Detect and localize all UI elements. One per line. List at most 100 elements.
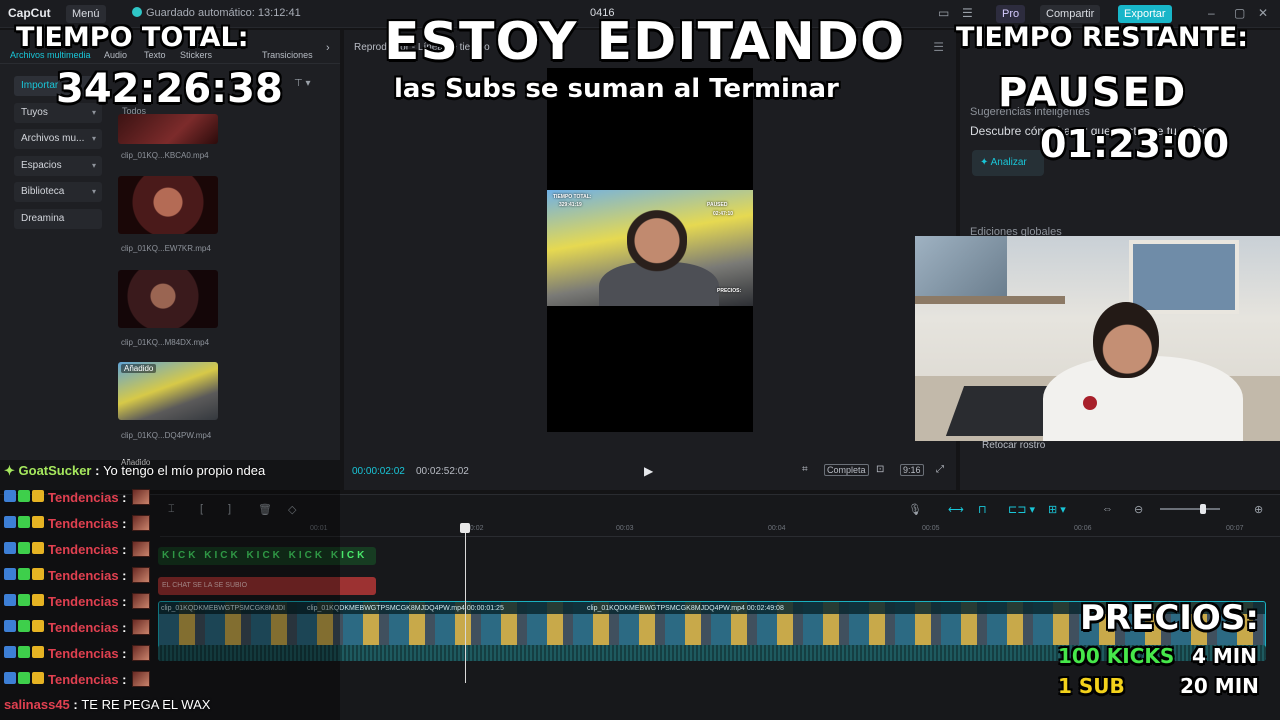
menu-icon[interactable]: ☰ <box>933 40 944 54</box>
preview-total-value: 329:41:19 <box>559 202 582 208</box>
emote-icon <box>132 567 151 583</box>
chat-separator: : <box>118 542 131 557</box>
focus-icon[interactable]: ⊡ <box>876 464 884 475</box>
total-time-value: 342:26:38 <box>56 66 283 112</box>
close-icon[interactable]: ✕ <box>1258 6 1268 20</box>
microphone-icon[interactable]: 🎙 <box>908 503 922 516</box>
badge-icons <box>4 490 48 504</box>
chat-username: GoatSucker <box>18 463 92 478</box>
emote-icon <box>132 489 151 505</box>
badge-icons <box>4 672 48 686</box>
layout-icon[interactable]: ▭ <box>938 6 949 20</box>
share-button[interactable]: Compartir <box>1040 5 1101 23</box>
chat-separator: : <box>91 463 104 478</box>
settings-icon[interactable]: ☰ <box>962 6 973 20</box>
badge-icons <box>4 516 48 530</box>
clip-label: clip_01KQDKMEBWGTPSMCGK8MJDQ4PW.mp4 00:0… <box>587 605 784 612</box>
chat-username: Tendencias <box>48 646 119 661</box>
stream-subtitle: las Subs se suman al Terminar <box>394 74 839 104</box>
first-chatter-icon: ✦ <box>4 463 19 478</box>
chat-message: salinass45 : TE RE PEGA EL WAX <box>4 697 210 719</box>
export-button[interactable]: Exportar <box>1118 5 1172 23</box>
nav-library[interactable]: Biblioteca ▾ <box>14 182 102 202</box>
chat-message: ✦ GoatSucker : Yo tengo el mío propio nd… <box>4 463 265 485</box>
crop-icon[interactable]: ⌗ <box>802 464 808 475</box>
total-time: 00:02:52:02 <box>416 466 469 477</box>
badge-icons <box>4 594 48 608</box>
chat-separator: : <box>118 672 131 687</box>
total-time-label: TIEMPO TOTAL: <box>16 22 249 53</box>
video-preview[interactable]: TIEMPO TOTAL: 329:41:19 PAUSED 02:47:10 … <box>547 68 753 432</box>
ruler-label: 00:06 <box>1074 525 1092 532</box>
maximize-icon[interactable]: ▢ <box>1234 6 1245 20</box>
badge-icons <box>4 620 48 634</box>
playhead-handle[interactable] <box>460 523 470 533</box>
badge-icons <box>4 646 48 660</box>
stream-title: ESTOY EDITANDO <box>384 12 906 72</box>
chat-message: Tendencias : <box>4 515 151 537</box>
fullscreen-icon[interactable]: ⤢ <box>936 464 944 475</box>
ratio-button[interactable]: Completa <box>824 464 869 476</box>
link-icon[interactable]: ⟷ <box>948 503 964 516</box>
minimize-icon[interactable]: – <box>1208 6 1215 20</box>
chat-username: Tendencias <box>48 568 119 583</box>
preview-frame: TIEMPO TOTAL: 329:41:19 PAUSED 02:47:10 … <box>547 190 753 306</box>
play-button[interactable]: ▶ <box>644 464 653 478</box>
share-label: Compartir <box>1046 8 1095 20</box>
nav-media-files[interactable]: Archivos mu... ▾ <box>14 129 102 149</box>
media-thumbnail[interactable] <box>118 176 218 234</box>
zoom-in-icon[interactable]: ⊕ <box>1254 503 1263 516</box>
tabs-next-icon[interactable]: › <box>326 42 330 54</box>
autosave-status: Guardado automático: 13:12:41 <box>132 7 301 19</box>
snap-icon[interactable]: ⊏⊐ ▾ <box>1008 503 1035 516</box>
pro-button[interactable]: Pro <box>996 5 1026 23</box>
preview-paused: PAUSED <box>707 202 728 208</box>
aspect-button[interactable]: 9:16 <box>900 464 924 476</box>
fit-icon[interactable]: ⇔ <box>1102 503 1113 515</box>
chat-separator: : <box>118 620 131 635</box>
chat-message: Tendencias : <box>4 567 151 589</box>
filter-icon[interactable]: ⊤ ▾ <box>294 78 311 89</box>
retouch-face-option[interactable]: Retocar rostro <box>982 440 1045 451</box>
emote-icon <box>132 593 151 609</box>
tab-transitions[interactable]: Transiciones <box>262 50 313 60</box>
zoom-out-icon[interactable]: ⊖ <box>1134 503 1143 516</box>
chat-username: Tendencias <box>48 620 119 635</box>
pro-label: Pro <box>1002 8 1020 20</box>
media-caption: clip_01KQ...DQ4PW.mp4 <box>121 431 212 440</box>
ruler-label: 00:07 <box>1226 525 1244 532</box>
zoom-slider[interactable] <box>1160 508 1220 510</box>
preview-axis-icon[interactable]: ⊞ ▾ <box>1048 503 1066 516</box>
chevron-down-icon: ▾ <box>91 187 96 196</box>
media-thumbnail[interactable] <box>118 270 218 328</box>
zoom-slider-knob[interactable] <box>1200 504 1206 514</box>
nav-label: Dreamina <box>21 212 65 224</box>
menu-button[interactable]: Menú <box>66 5 106 23</box>
export-label: Exportar <box>1124 8 1166 20</box>
chat-message: Tendencias : <box>4 593 151 615</box>
remaining-time-label: TIEMPO RESTANTE: <box>956 22 1249 53</box>
webcam-rose <box>1083 396 1097 410</box>
chat-separator: : <box>118 646 131 661</box>
nav-dreamina[interactable]: Dreamina <box>14 208 102 229</box>
playhead[interactable] <box>465 523 466 683</box>
media-thumbnail[interactable]: Añadido <box>118 362 218 420</box>
analyze-button[interactable]: ✦ Analizar <box>972 150 1044 176</box>
media-caption: clip_01KQ...M84DX.mp4 <box>121 338 210 347</box>
price-value-kicks: 4 MIN <box>1192 644 1257 668</box>
webcam-shelf <box>915 296 1065 304</box>
nav-label: Importar <box>21 80 59 91</box>
chat-username: Tendencias <box>48 490 119 505</box>
magnet-icon[interactable]: ⊓ <box>978 503 987 516</box>
nav-spaces[interactable]: Espacios ▾ <box>14 155 102 176</box>
chat-username: Tendencias <box>48 516 119 531</box>
preview-prices: PRECIOS: <box>717 288 742 294</box>
current-time: 00:00:02:02 <box>352 466 405 477</box>
ruler-label: 00:05 <box>922 525 940 532</box>
emote-icon <box>132 671 151 687</box>
media-thumbnail[interactable] <box>118 114 218 144</box>
chat-separator: : <box>118 568 131 583</box>
price-value-sub: 20 MIN <box>1180 674 1259 698</box>
nav-label: Biblioteca <box>21 186 65 197</box>
price-item-sub: 1 SUB <box>1058 674 1125 698</box>
